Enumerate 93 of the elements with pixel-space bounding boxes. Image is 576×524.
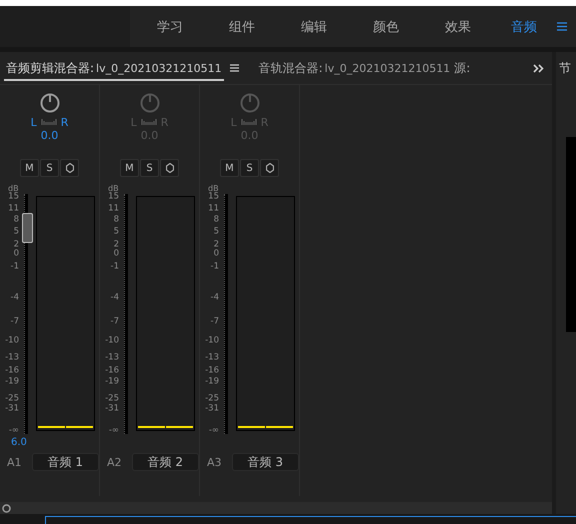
workspace-tab[interactable]: 效果 <box>422 18 494 36</box>
track-button[interactable]: M <box>220 159 239 177</box>
overflow-chevron-icon[interactable] <box>533 64 544 72</box>
scale-label: -16 <box>5 366 19 376</box>
track-button[interactable]: S <box>140 159 159 177</box>
unit-label: dB <box>8 184 19 193</box>
scale-label: 8 <box>14 216 19 225</box>
scale-label: -4 <box>10 293 19 302</box>
track-id: A2 <box>107 456 122 468</box>
scale-label: -31 <box>105 404 119 414</box>
record-button[interactable] <box>160 159 179 177</box>
scale-label: -10 <box>5 336 19 346</box>
scale-label: -25 <box>5 394 19 404</box>
pan-scale-icon <box>40 119 57 125</box>
scale-label: -1 <box>10 262 19 272</box>
fader-handle[interactable] <box>22 212 33 243</box>
scale-label: 2 <box>14 240 19 250</box>
scale-label: -10 <box>205 336 219 346</box>
scale-label: -4 <box>210 293 219 302</box>
scale-label: -4 <box>110 293 119 302</box>
workspace-tab[interactable]: 颜色 <box>350 18 422 36</box>
scale-label: 11 <box>8 204 19 214</box>
workspace-tab[interactable]: 编辑 <box>278 18 350 36</box>
scale-label: -10 <box>105 336 119 346</box>
pan-right-label: R <box>60 116 68 128</box>
scale-label: 2 <box>114 240 119 250</box>
track-id: A1 <box>7 456 22 468</box>
scale-label: 11 <box>108 204 119 214</box>
scrollbar[interactable] <box>0 502 552 514</box>
workspace-tab[interactable]: 组件 <box>206 18 278 36</box>
scroll-handle-icon[interactable] <box>2 504 11 512</box>
track-name-field[interactable]: 音频 1 <box>32 453 99 471</box>
scale-label: -13 <box>105 354 119 363</box>
unit-label: dB <box>108 184 119 193</box>
scale-label: 0 <box>214 250 219 259</box>
scale-label: 5 <box>214 228 219 237</box>
scale-label: -7 <box>10 318 19 327</box>
track-button[interactable]: S <box>240 159 259 177</box>
scale-label: 8 <box>214 216 219 225</box>
scale-label: -7 <box>110 318 119 327</box>
panel-tab[interactable]: 音频剪辑混合器: lv_0_20210321210511 <box>4 56 224 80</box>
panel-tab[interactable]: 音轨混合器: lv_0_20210321210511 <box>256 56 452 80</box>
scale-label: -16 <box>205 366 219 376</box>
scale-label: -25 <box>105 394 119 404</box>
scale-label: 0 <box>14 250 19 259</box>
scale-label: 2 <box>214 240 219 250</box>
fader-value[interactable]: 6.0 <box>11 436 27 448</box>
scale-label: 11 <box>208 204 219 214</box>
record-button[interactable] <box>260 159 279 177</box>
scale-label: -19 <box>105 377 119 386</box>
menu-icon[interactable] <box>557 22 567 31</box>
scale-label: -∞ <box>108 426 119 436</box>
scale-label: 0 <box>114 250 119 259</box>
scale-label: 5 <box>14 228 19 237</box>
scale-label: -31 <box>205 404 219 414</box>
track-id: A3 <box>207 456 222 468</box>
scale-label: -31 <box>5 404 19 414</box>
track-button[interactable]: S <box>40 159 59 177</box>
scale-label: -13 <box>205 354 219 363</box>
scale-label: 15 <box>108 192 119 202</box>
track-button[interactable]: M <box>120 159 139 177</box>
scale-label: -13 <box>5 354 19 363</box>
workspace-tab[interactable]: 音频 <box>494 18 554 36</box>
scale-label: -∞ <box>8 426 19 436</box>
pan-scale-icon <box>140 119 157 125</box>
panel-title[interactable]: 节 <box>559 52 571 77</box>
scale-label: -19 <box>5 377 19 386</box>
pan-value[interactable]: 0.0 <box>40 129 58 145</box>
track-name-field[interactable]: 音频 2 <box>132 453 199 471</box>
track-button[interactable]: M <box>20 159 39 177</box>
scale-label: -19 <box>205 377 219 386</box>
scale-label: -1 <box>210 262 219 272</box>
unit-label: dB <box>208 184 219 193</box>
pan-knob-icon[interactable] <box>40 93 60 113</box>
pan-left-label: L <box>30 116 37 128</box>
record-button[interactable] <box>60 159 79 177</box>
menu-icon[interactable] <box>230 64 239 72</box>
hexagon-icon <box>66 163 74 173</box>
panel-tab[interactable]: 源: <box>452 56 472 80</box>
scale-label: -16 <box>105 366 119 376</box>
track-name-field[interactable]: 音频 3 <box>232 453 299 471</box>
scale-label: -1 <box>110 262 119 272</box>
scale-label: 15 <box>208 192 219 202</box>
workspace-tab[interactable]: 学习 <box>134 18 206 36</box>
pan-scale-icon <box>240 119 257 125</box>
scale-label: -∞ <box>208 426 219 436</box>
scale-label: 15 <box>8 192 19 202</box>
hexagon-icon <box>166 163 174 173</box>
scale-label: 8 <box>114 216 119 225</box>
scale-label: -7 <box>210 318 219 327</box>
scale-label: -25 <box>205 394 219 404</box>
hexagon-icon <box>266 163 274 173</box>
scale-label: 5 <box>114 228 119 237</box>
